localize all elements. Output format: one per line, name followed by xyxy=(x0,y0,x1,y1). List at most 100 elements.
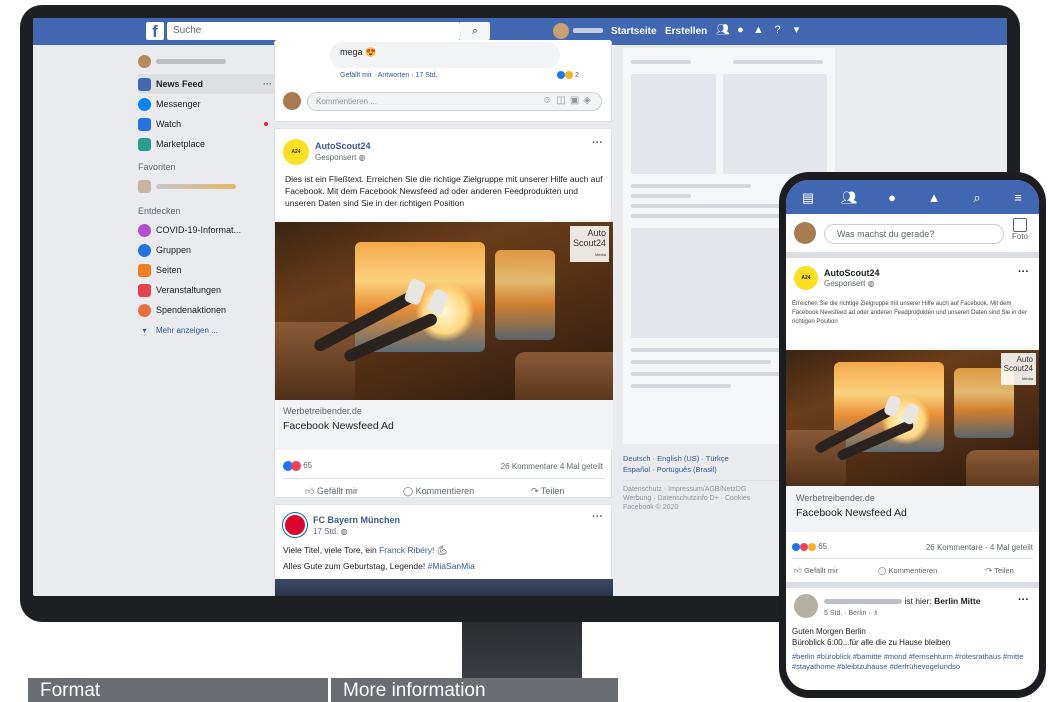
poster-name-blurred[interactable] xyxy=(824,599,902,605)
comment-button[interactable]: ◯ Kommentieren xyxy=(403,486,474,497)
search-input[interactable]: Suche xyxy=(167,22,460,40)
previous-post-comments: mega 😍 Gefällt mir · Antworten · 17 Std.… xyxy=(274,40,612,122)
sidebar-item-messenger[interactable]: Messenger xyxy=(138,94,278,114)
sidebar-item-news-feed[interactable]: News Feed ··· xyxy=(138,74,278,94)
brand-line2: Scout24 xyxy=(572,238,606,248)
hashtags[interactable]: #berlin #büroblick #bamitte #mond #ferns… xyxy=(792,652,1034,672)
marketplace-icon xyxy=(138,137,151,151)
sidebar-item-watch[interactable]: Watch xyxy=(138,114,278,134)
comment-button[interactable]: ◯ Kommentieren xyxy=(878,566,937,575)
reactions-summary[interactable]: 65 xyxy=(283,461,312,471)
mention-link[interactable]: Franck Ribéry! xyxy=(379,545,434,555)
car-sunset-photo[interactable]: Auto Scout24 Media xyxy=(786,350,1039,486)
sidebar-item-covid[interactable]: COVID-19-Informat... xyxy=(138,220,278,240)
blurred-ad-image xyxy=(723,74,827,174)
checkin-place[interactable]: Berlin Mitte xyxy=(934,596,980,606)
fundraisers-icon xyxy=(138,303,151,317)
profile-name-blurred[interactable] xyxy=(573,28,603,33)
like-button[interactable]: 👍︎ Gefällt mir xyxy=(305,486,358,497)
link-preview[interactable]: Werbetreibender.de Facebook Newsfeed Ad xyxy=(786,486,1039,532)
nav-link-create[interactable]: Erstellen xyxy=(665,26,707,37)
help-icon[interactable]: ? xyxy=(771,24,784,37)
account-menu-chevron-icon[interactable]: ▾ xyxy=(790,24,803,37)
events-calendar-icon xyxy=(138,283,151,297)
hashtag-link[interactable]: #MiaSanMia xyxy=(428,561,475,571)
nav-link-home[interactable]: Startseite xyxy=(611,26,657,37)
facebook-logo-icon[interactable]: f xyxy=(146,22,164,41)
sidebar-item-events[interactable]: Veranstaltungen xyxy=(138,280,278,300)
show-more-link[interactable]: ▾ Mehr anzeigen ... xyxy=(138,320,278,340)
fc-bayern-logo-icon[interactable] xyxy=(283,513,307,537)
share-button[interactable]: ↷ Teilen xyxy=(986,566,1014,575)
blurred-ad-image xyxy=(631,74,716,174)
comment-tools-icons[interactable]: ☺◫▣◈ xyxy=(542,95,595,106)
sidebar-item-marketplace[interactable]: Marketplace xyxy=(138,134,278,154)
post-page-name[interactable]: AutoScout24 xyxy=(315,141,371,151)
smartphone: ▤ 👥︎ ● ▲ ⌕ ≡ Was machst du gerade? Foto … xyxy=(779,172,1046,698)
news-feed-icon xyxy=(138,77,151,91)
post-options-icon[interactable]: ··· xyxy=(592,511,603,523)
autoscout24-avatar[interactable]: A24 xyxy=(794,266,818,290)
link-headline: Facebook Newsfeed Ad xyxy=(283,420,394,432)
more-options-icon[interactable]: ··· xyxy=(263,79,272,89)
search-icon[interactable]: ⌕ xyxy=(969,190,985,206)
thumbs-up-icon: 👍︎ xyxy=(794,566,802,575)
reaction-count: 65 xyxy=(818,542,828,551)
post-options-icon[interactable]: ··· xyxy=(1018,266,1029,278)
friends-icon[interactable]: 👥︎ xyxy=(716,24,730,37)
search-icon[interactable]: ⌕ xyxy=(460,22,490,40)
sidebar-item-label: Marketplace xyxy=(156,139,206,149)
sidebar-item-label: News Feed xyxy=(156,79,204,89)
sidebar-item-groups[interactable]: Gruppen xyxy=(138,240,278,260)
reaction-count: 65 xyxy=(303,461,313,471)
messenger-tab-icon[interactable]: ● xyxy=(884,190,900,206)
post-page-name[interactable]: FC Bayern München xyxy=(313,515,400,525)
share-button[interactable]: ↷ Teilen xyxy=(531,486,564,497)
share-arrow-icon: ↷ xyxy=(531,486,539,496)
status-composer-input[interactable]: Was machst du gerade? xyxy=(824,224,1004,244)
sidebar-item-fundraisers[interactable]: Spendenaktionen xyxy=(138,300,278,320)
notifications-bell-icon[interactable]: ▲ xyxy=(752,24,765,37)
like-button[interactable]: 👍︎ Gefällt mir xyxy=(794,566,838,576)
photo-button[interactable]: Foto xyxy=(1012,218,1028,241)
profile-shortcut[interactable] xyxy=(138,48,278,74)
comments-shares-count[interactable]: 26 Kommentare · 4 Mal geteilt xyxy=(926,543,1033,552)
favorites-heading: Favoriten xyxy=(138,162,176,172)
post-line1: Viele Titel, viele Tore, ein Franck Ribé… xyxy=(283,545,448,556)
like-reaction-icon xyxy=(557,71,565,79)
menu-icon[interactable]: ≡ xyxy=(1010,190,1026,206)
car-dashboard xyxy=(966,450,1039,486)
like-reaction-icon xyxy=(792,542,800,551)
notifications-tab-icon[interactable]: ▲ xyxy=(926,190,942,206)
post-options-icon[interactable]: ··· xyxy=(1018,594,1029,606)
post-options-icon[interactable]: ··· xyxy=(592,137,603,149)
sponsored-label: Gesponsert ◍ xyxy=(824,279,875,288)
sponsored-text: Gesponsert xyxy=(824,279,866,288)
comment-input[interactable]: Kommentieren ... ☺◫▣◈ xyxy=(307,92,602,111)
comment-actions[interactable]: Gefällt mir · Antworten · 17 Std. xyxy=(340,72,438,79)
favorite-item[interactable] xyxy=(138,176,278,196)
brand-small: Media xyxy=(595,252,606,257)
sidebar-item-pages[interactable]: Seiten xyxy=(138,260,278,280)
post-page-name[interactable]: AutoScout24 xyxy=(824,268,880,278)
autoscout24-avatar[interactable]: A24 xyxy=(283,139,309,165)
news-feed-tab-icon[interactable]: ▤ xyxy=(800,190,816,206)
car-sunset-photo[interactable]: Auto Scout24 Media xyxy=(275,222,613,400)
comments-shares-count[interactable]: 26 Kommentare 4 Mal geteilt xyxy=(501,462,603,471)
photo-label: Foto xyxy=(1012,232,1029,241)
blurred-text xyxy=(733,60,823,64)
poster-avatar[interactable] xyxy=(794,594,818,618)
post-timestamp[interactable]: 17 Std. ◍ xyxy=(313,527,348,536)
table-header-more-information: More information xyxy=(331,678,618,702)
notification-dot xyxy=(264,122,268,126)
friends-tab-icon[interactable]: 👥︎ xyxy=(841,190,858,206)
monitor-stand xyxy=(462,622,582,680)
user-avatar[interactable] xyxy=(794,222,816,244)
profile-avatar[interactable] xyxy=(553,23,569,39)
reactions-summary[interactable]: 65 xyxy=(792,542,827,551)
link-preview[interactable]: Werbetreibender.de Facebook Newsfeed Ad xyxy=(275,400,613,450)
stadium-photo[interactable] xyxy=(275,579,613,596)
brand-small: Media xyxy=(1022,376,1033,381)
show-more-label: Mehr anzeigen ... xyxy=(156,325,218,335)
messenger-icon[interactable]: ● xyxy=(734,24,747,37)
